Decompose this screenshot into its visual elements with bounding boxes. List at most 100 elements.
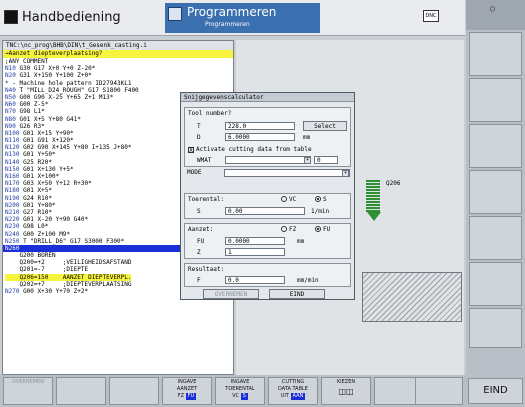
line-text: G25 R20* [19, 158, 52, 166]
mode-handbediening[interactable]: Handbediening [4, 4, 121, 30]
vc-radio[interactable]: VC [281, 195, 296, 204]
machine-mode-icon [4, 10, 18, 24]
result-group: Resultaat: F 0.0 mm/min [184, 263, 351, 287]
softkey-overnemen-label: OVERNEMEN [11, 379, 44, 385]
f-label: F [197, 277, 201, 284]
line-text: G01 X-20 Y+90 G40* [19, 216, 89, 224]
line-text: G27 R10* [19, 208, 52, 216]
line-number: N190 [5, 194, 20, 202]
mode-label: MODE [187, 169, 202, 176]
softkey-2[interactable] [56, 377, 106, 405]
tool-group: Tool number? T 228.0 Select D 6.0000 mm … [184, 107, 351, 167]
select-table-icon: ◫◫ [338, 387, 354, 396]
softkey-ingave-aanzet-l1: INGAVE [177, 379, 197, 385]
graphic-q206-label: Q206 [386, 180, 401, 187]
right-softkey-5[interactable] [469, 216, 522, 260]
line-number: N170 [5, 180, 20, 188]
softkey-cutting-data-table[interactable]: CUTTING DATA TABLE UIT AAN [268, 377, 318, 405]
line-text: G98 L1* [15, 108, 45, 116]
dial-indicator-icon: ◯ [490, 4, 495, 13]
line-number: N120 [5, 144, 20, 152]
line-number: N130 [5, 151, 20, 159]
wmat-dropdown-icon[interactable]: ▾ [304, 157, 311, 164]
speed-group: Toerental: VC S S 0.00 1/min [184, 193, 351, 219]
line-number: N10 [5, 65, 16, 73]
d-field[interactable]: 6.0000 [225, 133, 295, 141]
apply-button[interactable]: OVERNEMEN [203, 289, 259, 299]
status-dial: ◯ [466, 0, 525, 30]
f-field[interactable]: 0.0 [225, 276, 285, 284]
feed-arrow-icon [367, 212, 381, 221]
programming-mode-icon [168, 7, 182, 21]
softkey-cutting-l2: DATA TABLE [278, 386, 308, 392]
softkey-eind[interactable]: EIND [468, 378, 523, 404]
line-text: G01 X+130 Y+5* [19, 165, 74, 173]
line-text: G01 X+15 Y+90* [19, 129, 74, 137]
program-line[interactable]: * - Machine hole pattern ID27943KL1 [3, 80, 233, 87]
line-text: T "MILL_D24_ROUGH" G17 S1800 F400 [15, 86, 139, 94]
softkey-9[interactable] [415, 377, 463, 405]
program-line[interactable]: N20 G31 X+150 Y+100 Z+0* [3, 72, 233, 79]
softkey-3[interactable] [109, 377, 159, 405]
right-softkey-6[interactable] [469, 262, 522, 306]
wmat-number[interactable]: 0 [314, 156, 338, 164]
fz-radio-label: FZ [289, 226, 297, 233]
line-number: N140 [5, 158, 20, 166]
dialog-prompt: →Aanzet diepteverplaatsing? [3, 50, 233, 58]
fu-field[interactable]: 0.0000 [225, 237, 285, 245]
dialog-title: Snijgegevenscalculator [181, 93, 354, 102]
z-label: Z [197, 249, 201, 256]
wmat-label: WMAT [197, 157, 212, 164]
cutting-data-calculator: Snijgegevenscalculator Tool number? T 22… [180, 92, 355, 300]
line-number: N60 [5, 101, 16, 109]
cycle-param-text: G200 BOREN [5, 252, 56, 260]
softkey-aan-label: AAN [290, 393, 306, 400]
right-softkey-3[interactable] [469, 124, 522, 168]
right-softkey-4[interactable] [469, 170, 522, 214]
softkey-fu-label: FU [185, 393, 197, 400]
softkey-kiezen[interactable]: KIEZEN ◫◫ [321, 377, 371, 405]
t-label: T [197, 123, 201, 130]
mode-programmeren[interactable]: Programmeren Programmeren [165, 3, 320, 33]
right-softkey-1[interactable] [469, 32, 522, 76]
line-text: G24 R10* [19, 194, 52, 202]
activate-table-label: Activate cutting data from table [196, 146, 312, 153]
t-field[interactable]: 228.0 [225, 122, 295, 130]
end-dialog-button[interactable]: EIND [269, 289, 325, 299]
mode-select[interactable] [224, 169, 350, 177]
line-number: N70 [5, 108, 16, 116]
s-radio[interactable]: S [315, 195, 327, 204]
line-number: N150 [5, 165, 20, 173]
softkey-ingave-toerental[interactable]: INGAVE TOERENTAL VC S [215, 377, 265, 405]
right-softkey-2[interactable] [469, 78, 522, 122]
program-line[interactable]: ;ANY COMMENT [3, 58, 233, 65]
right-softkey-7[interactable] [469, 308, 522, 348]
line-text: ;ANY COMMENT [5, 58, 49, 65]
line-number: N230 [5, 223, 20, 231]
softkey-ingave-aanzet[interactable]: INGAVE AANZET FZ FU [162, 377, 212, 405]
feed-group: Aanzet: FZ FU FU 0.0000 mm Z 1 [184, 223, 351, 259]
softkey-overnemen[interactable]: OVERNEMEN [3, 377, 53, 405]
drill-tool-graphic [366, 180, 380, 212]
vc-radio-icon [281, 196, 287, 202]
softkey-cutting-l1: CUTTING [281, 379, 305, 385]
wmat-select[interactable] [225, 156, 311, 164]
softkey-ingave-aanzet-l2: AANZET [176, 386, 198, 392]
result-group-label: Resultaat: [188, 266, 225, 273]
z-field[interactable]: 1 [225, 248, 285, 256]
softkey-uit-label: UIT [280, 393, 289, 399]
softkey-bar: OVERNEMEN INGAVE AANZET FZ FU INGAVE TOE… [0, 375, 525, 407]
fu-radio-label: FU [323, 226, 331, 233]
mode-dropdown-icon[interactable]: ▾ [342, 170, 349, 177]
program-line[interactable]: N10 G30 G17 X+0 Y+0 Z-20* [3, 65, 233, 72]
line-number: N100 [5, 129, 20, 137]
softkey-ingave-toerental-l1: INGAVE [230, 379, 250, 385]
line-number: N20 [5, 72, 16, 80]
s-field[interactable]: 0.00 [225, 207, 305, 215]
line-number: N240 [5, 230, 20, 238]
select-button[interactable]: Select [303, 121, 347, 131]
line-text: G02 G90 X+145 Y+80 I+135 J+80* [19, 144, 132, 152]
fz-radio[interactable]: FZ [281, 225, 296, 234]
activate-table-checkbox[interactable]: X Activate cutting data from table [188, 145, 312, 154]
fu-radio[interactable]: FU [315, 225, 330, 234]
